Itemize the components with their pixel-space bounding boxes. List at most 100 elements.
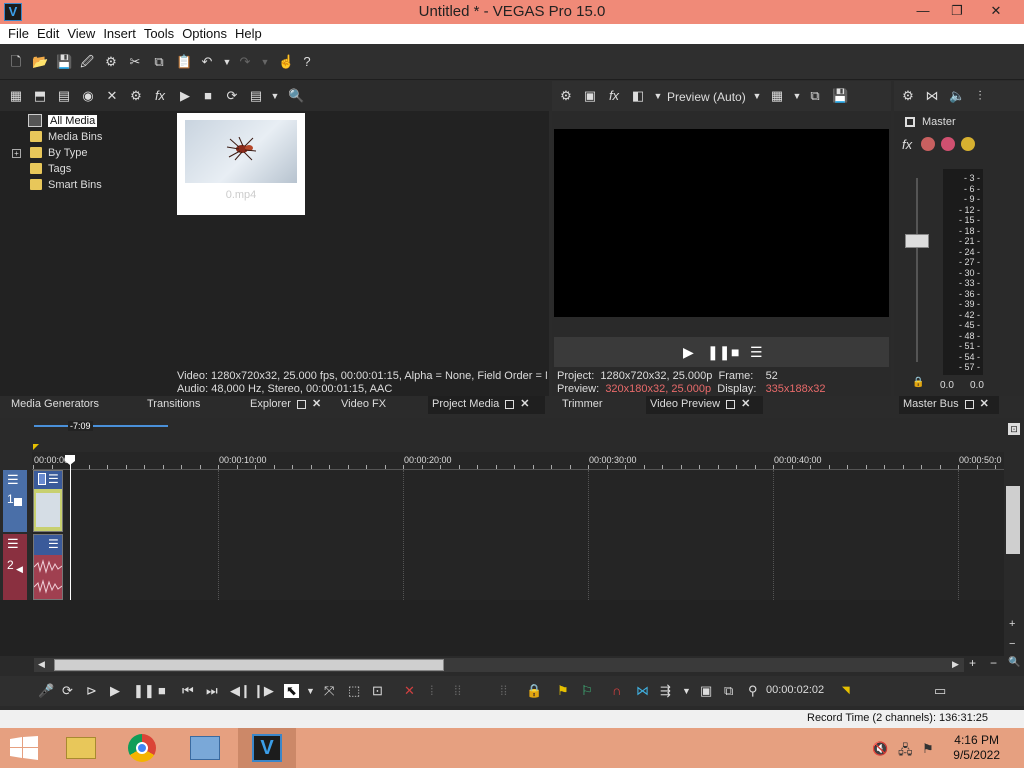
clip-menu-icon[interactable]: ☰	[48, 472, 59, 486]
play-icon[interactable]: ▶	[683, 344, 694, 361]
close-tab-icon[interactable]: ✕	[980, 396, 989, 412]
dock-restore-icon[interactable]	[505, 399, 515, 409]
redo-history-chevron-icon[interactable]: ▼	[258, 55, 272, 69]
ripple-chevron-icon[interactable]: ▼	[682, 684, 691, 698]
tree-item-all-media[interactable]: All Media	[10, 113, 102, 129]
master-no-fx-icon[interactable]	[941, 137, 955, 151]
normal-edit-tool-icon[interactable]: ⬉	[284, 684, 299, 698]
audio-clip[interactable]: ☰	[33, 534, 63, 600]
stop-icon[interactable]: ■	[731, 344, 739, 360]
search-icon[interactable]: 🔍	[288, 89, 304, 103]
marker-flag-icon[interactable]	[33, 444, 39, 450]
track-menu-icon[interactable]: ☰	[7, 472, 19, 488]
edit-tool-chevron-icon[interactable]: ▼	[306, 684, 315, 698]
close-tab-icon[interactable]: ✕	[312, 396, 321, 412]
undo-history-chevron-icon[interactable]: ▼	[220, 55, 234, 69]
taskbar-file-explorer[interactable]	[52, 728, 110, 768]
dock-restore-icon[interactable]	[964, 399, 974, 409]
next-frame-icon[interactable]: ❙▶	[253, 684, 274, 698]
tab-video-preview[interactable]: Video Preview ✕	[646, 396, 763, 414]
action-center-flag-icon[interactable]: ⚑	[922, 741, 934, 757]
time-marker-icon[interactable]: ◥	[842, 684, 850, 698]
master-fader-thumb[interactable]	[905, 234, 929, 248]
save-snapshot-icon[interactable]: 💾	[832, 89, 848, 103]
hand-pointer-icon[interactable]: ☝	[278, 55, 294, 69]
track-header-audio[interactable]: ☰ 2 ◀	[3, 534, 27, 600]
track-header-video[interactable]: ☰ 1	[3, 470, 27, 532]
master-solo-icon[interactable]	[961, 137, 975, 151]
network-icon[interactable]: 🖧	[898, 741, 913, 763]
zoom-in-horizontal-icon[interactable]: +	[969, 656, 976, 670]
snapping-magnet-icon[interactable]: ∩	[612, 684, 621, 698]
new-file-icon[interactable]: 🗋	[9, 55, 23, 69]
tree-item-by-type[interactable]: + By Type	[10, 145, 102, 161]
mixer-faders-icon[interactable]: ⫶	[973, 89, 987, 103]
auto-crossfade-icon[interactable]: ⋈	[636, 684, 649, 698]
previous-frame-icon[interactable]: ◀❙	[230, 684, 251, 698]
tab-video-fx[interactable]: Video FX	[337, 396, 386, 414]
close-tab-icon[interactable]: ✕	[741, 396, 750, 412]
trim-icon[interactable]: ⁞⁞	[454, 684, 461, 698]
timeline-thumbnail-icon[interactable]: ▭	[934, 684, 946, 698]
mixer-settings-gear-icon[interactable]: ⚙	[901, 89, 915, 103]
go-to-end-icon[interactable]: ⏭	[206, 684, 218, 698]
menu-options[interactable]: Options	[178, 24, 231, 43]
split-screen-icon[interactable]: ◧	[631, 89, 645, 103]
close-button[interactable]: ✕	[973, 0, 1019, 22]
remove-media-icon[interactable]: ✕	[105, 89, 119, 103]
track-menu-icon[interactable]: ☰	[7, 536, 19, 552]
redo-icon[interactable]: ↷	[238, 55, 252, 69]
get-media-icon[interactable]: ▤	[57, 89, 71, 103]
play-icon[interactable]: ▶	[110, 684, 120, 698]
split-icon[interactable]: ⁞⁞	[500, 684, 507, 698]
stop-media-icon[interactable]: ■	[201, 89, 215, 103]
track-lanes[interactable]	[32, 470, 1004, 600]
tree-item-media-bins[interactable]: Media Bins	[10, 129, 102, 145]
trim-start-icon[interactable]: ⁞	[430, 684, 434, 698]
clip-menu-icon[interactable]: ☰	[48, 537, 59, 551]
dock-restore-icon[interactable]	[726, 399, 736, 409]
preview-menu-icon[interactable]: ☰	[750, 344, 763, 361]
taskbar-chrome[interactable]	[114, 728, 172, 768]
taskbar-clock[interactable]: 4:16 PM 9/5/2022	[953, 733, 1000, 763]
close-tab-icon[interactable]: ✕	[520, 396, 529, 412]
selection-edit-tool-icon[interactable]: ⬚	[348, 684, 360, 698]
pause-icon[interactable]: ❚❚	[707, 344, 730, 361]
media-fx-icon[interactable]: fx	[153, 89, 167, 103]
envelope-edit-tool-icon[interactable]: ⤧	[324, 684, 334, 698]
timeline-options-icon[interactable]: ⊡	[1008, 423, 1020, 435]
split-chevron-icon[interactable]: ▼	[651, 89, 665, 103]
zoom-out-horizontal-icon[interactable]: −	[990, 656, 997, 670]
views-icon[interactable]: ▤	[249, 89, 263, 103]
pause-icon[interactable]: ❚❚	[133, 684, 155, 698]
whats-this-help-icon[interactable]: ?	[300, 55, 314, 69]
delete-icon[interactable]: ✕	[404, 684, 415, 698]
fader-lock-icon[interactable]: 🔒	[912, 377, 924, 388]
lock-envelopes-icon[interactable]: ▣	[700, 684, 712, 698]
open-folder-icon[interactable]: 📂	[32, 55, 48, 69]
cut-icon[interactable]: ✂	[128, 55, 142, 69]
tab-explorer[interactable]: Explorer ✕	[246, 396, 321, 414]
scroll-right-icon[interactable]: ▶	[952, 659, 959, 670]
volume-muted-icon[interactable]: 🔇	[872, 741, 888, 757]
import-media-icon[interactable]: ▦	[9, 89, 23, 103]
scroll-left-icon[interactable]: ◀	[38, 659, 45, 670]
stop-icon[interactable]: ■	[158, 684, 166, 698]
save-as-icon[interactable]: 🖉	[80, 55, 94, 69]
save-icon[interactable]: 💾	[56, 55, 72, 69]
menu-edit[interactable]: Edit	[33, 24, 63, 43]
taskbar-vegas-pro[interactable]: V	[238, 728, 296, 768]
insert-region-icon[interactable]: ⚐	[581, 684, 593, 698]
lock-icon[interactable]: 🔒	[526, 684, 542, 698]
play-from-start-icon[interactable]: ⊳	[86, 684, 97, 698]
loop-playback-icon[interactable]: ⟳	[62, 684, 73, 698]
ignore-grouping-icon[interactable]: ⧉	[724, 684, 733, 698]
video-output-fx-icon[interactable]: fx	[607, 89, 621, 103]
zoom-out-vertical-icon[interactable]: −	[1009, 638, 1015, 650]
menu-tools[interactable]: Tools	[140, 24, 178, 43]
views-chevron-down-icon[interactable]: ▼	[268, 89, 282, 103]
overlays-grid-icon[interactable]: ▦	[770, 89, 784, 103]
play-media-icon[interactable]: ▶	[178, 89, 192, 103]
properties-gear-icon[interactable]: ⚙	[104, 55, 118, 69]
taskbar-control-panel[interactable]	[176, 728, 234, 768]
